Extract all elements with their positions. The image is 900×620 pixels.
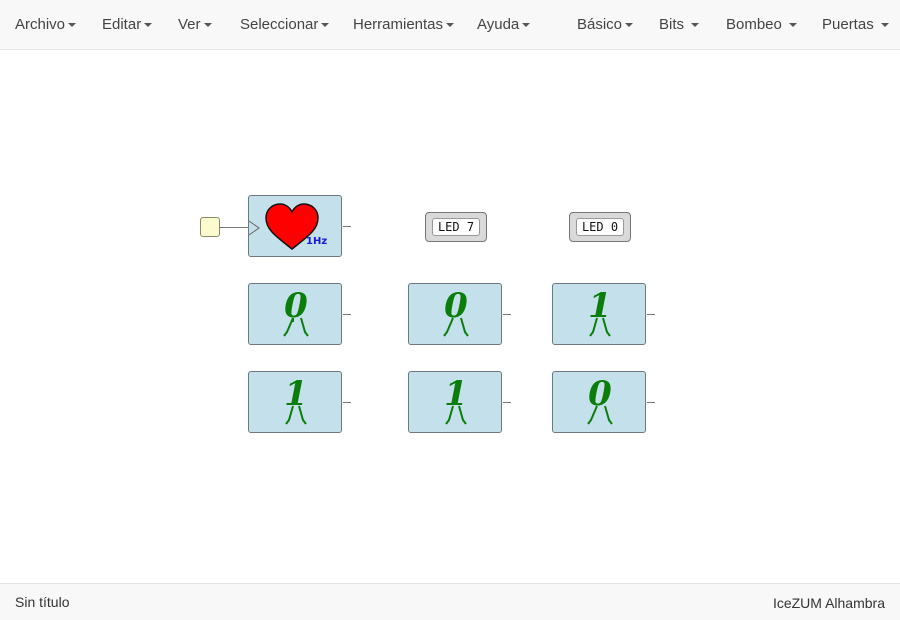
menu-ver-label: Ver xyxy=(178,16,201,33)
constant-block[interactable]: 0 xyxy=(408,283,502,345)
menu-ayuda[interactable]: Ayuda xyxy=(477,16,531,33)
menu-basico-label: Básico xyxy=(577,16,623,33)
menu-herramientas[interactable]: Herramientas xyxy=(353,16,455,33)
caret-down-icon xyxy=(68,23,77,28)
caret-down-icon xyxy=(522,23,531,28)
menu-puertas[interactable]: Puertas xyxy=(822,16,889,33)
bit-value: 0 xyxy=(588,374,612,414)
caret-down-icon xyxy=(880,23,889,28)
caret-down-icon xyxy=(144,23,153,28)
menu-bombeo-label: Bombeo xyxy=(726,16,782,33)
status-bar: Sin título IceZUM Alhambra xyxy=(0,583,900,620)
bit-0-icon: 0 xyxy=(283,286,309,337)
clock-input-triangle-icon xyxy=(249,220,260,236)
menu-bits-label: Bits xyxy=(659,16,685,33)
caret-down-icon xyxy=(446,23,455,28)
menu-seleccionar-label: Seleccionar xyxy=(240,16,319,33)
constant-block[interactable]: 0 xyxy=(248,283,342,345)
menu-ayuda-label: Ayuda xyxy=(477,16,520,33)
led-0-label[interactable]: LED 0 xyxy=(569,212,631,242)
board-name[interactable]: IceZUM Alhambra xyxy=(773,595,885,611)
bit-value: 1 xyxy=(588,286,612,326)
caret-down-icon xyxy=(625,23,634,28)
menu-seleccionar[interactable]: Seleccionar xyxy=(240,16,330,33)
menu-archivo[interactable]: Archivo xyxy=(15,16,77,33)
constant-block[interactable]: 1 xyxy=(408,371,502,433)
bit-0-icon: 0 xyxy=(587,374,613,425)
led-7-text: LED 7 xyxy=(432,218,480,236)
input-wire xyxy=(220,227,248,228)
caret-down-icon xyxy=(788,23,797,28)
clock-output-port xyxy=(343,226,351,227)
led-7-label[interactable]: LED 7 xyxy=(425,212,487,242)
caret-down-icon xyxy=(691,23,700,28)
menu-ver[interactable]: Ver xyxy=(178,16,212,33)
caret-down-icon xyxy=(321,23,330,28)
constant-output-port xyxy=(343,314,351,315)
constant-output-port xyxy=(503,402,511,403)
clock-graphic xyxy=(249,203,319,250)
constant-block[interactable]: 1 xyxy=(248,371,342,433)
clock-frequency-label: 1Hz xyxy=(306,236,328,247)
constant-block[interactable]: 0 xyxy=(552,371,646,433)
menu-editar[interactable]: Editar xyxy=(102,16,153,33)
caret-down-icon xyxy=(203,23,212,28)
bit-value: 1 xyxy=(284,374,308,414)
menu-editar-label: Editar xyxy=(102,16,142,33)
file-name: Sin título xyxy=(15,594,70,610)
circuit-canvas[interactable]: 1Hz LED 7 LED 0 0 0 1 1 1 0 xyxy=(0,51,900,583)
input-pin[interactable] xyxy=(200,217,220,237)
led-0-text: LED 0 xyxy=(576,218,624,236)
bit-1-icon: 1 xyxy=(444,374,468,425)
bit-value: 0 xyxy=(444,286,468,326)
constant-block[interactable]: 1 xyxy=(552,283,646,345)
menu-puertas-label: Puertas xyxy=(822,16,874,33)
constant-output-port xyxy=(503,314,511,315)
constant-output-port xyxy=(343,402,351,403)
menu-bombeo[interactable]: Bombeo xyxy=(726,16,797,33)
constant-output-port xyxy=(647,314,655,315)
menu-archivo-label: Archivo xyxy=(15,16,66,33)
menu-herramientas-label: Herramientas xyxy=(353,16,444,33)
clock-block[interactable]: 1Hz xyxy=(248,195,342,257)
menu-bits[interactable]: Bits xyxy=(659,16,700,33)
bit-1-icon: 1 xyxy=(588,286,612,337)
bit-value: 0 xyxy=(284,286,308,326)
bit-0-icon: 0 xyxy=(443,286,469,337)
menu-basico[interactable]: Básico xyxy=(577,16,634,33)
menu-bar: Archivo Editar Ver Seleccionar Herramien… xyxy=(0,0,900,50)
constant-output-port xyxy=(647,402,655,403)
bit-value: 1 xyxy=(444,374,468,414)
bit-1-icon: 1 xyxy=(284,374,308,425)
